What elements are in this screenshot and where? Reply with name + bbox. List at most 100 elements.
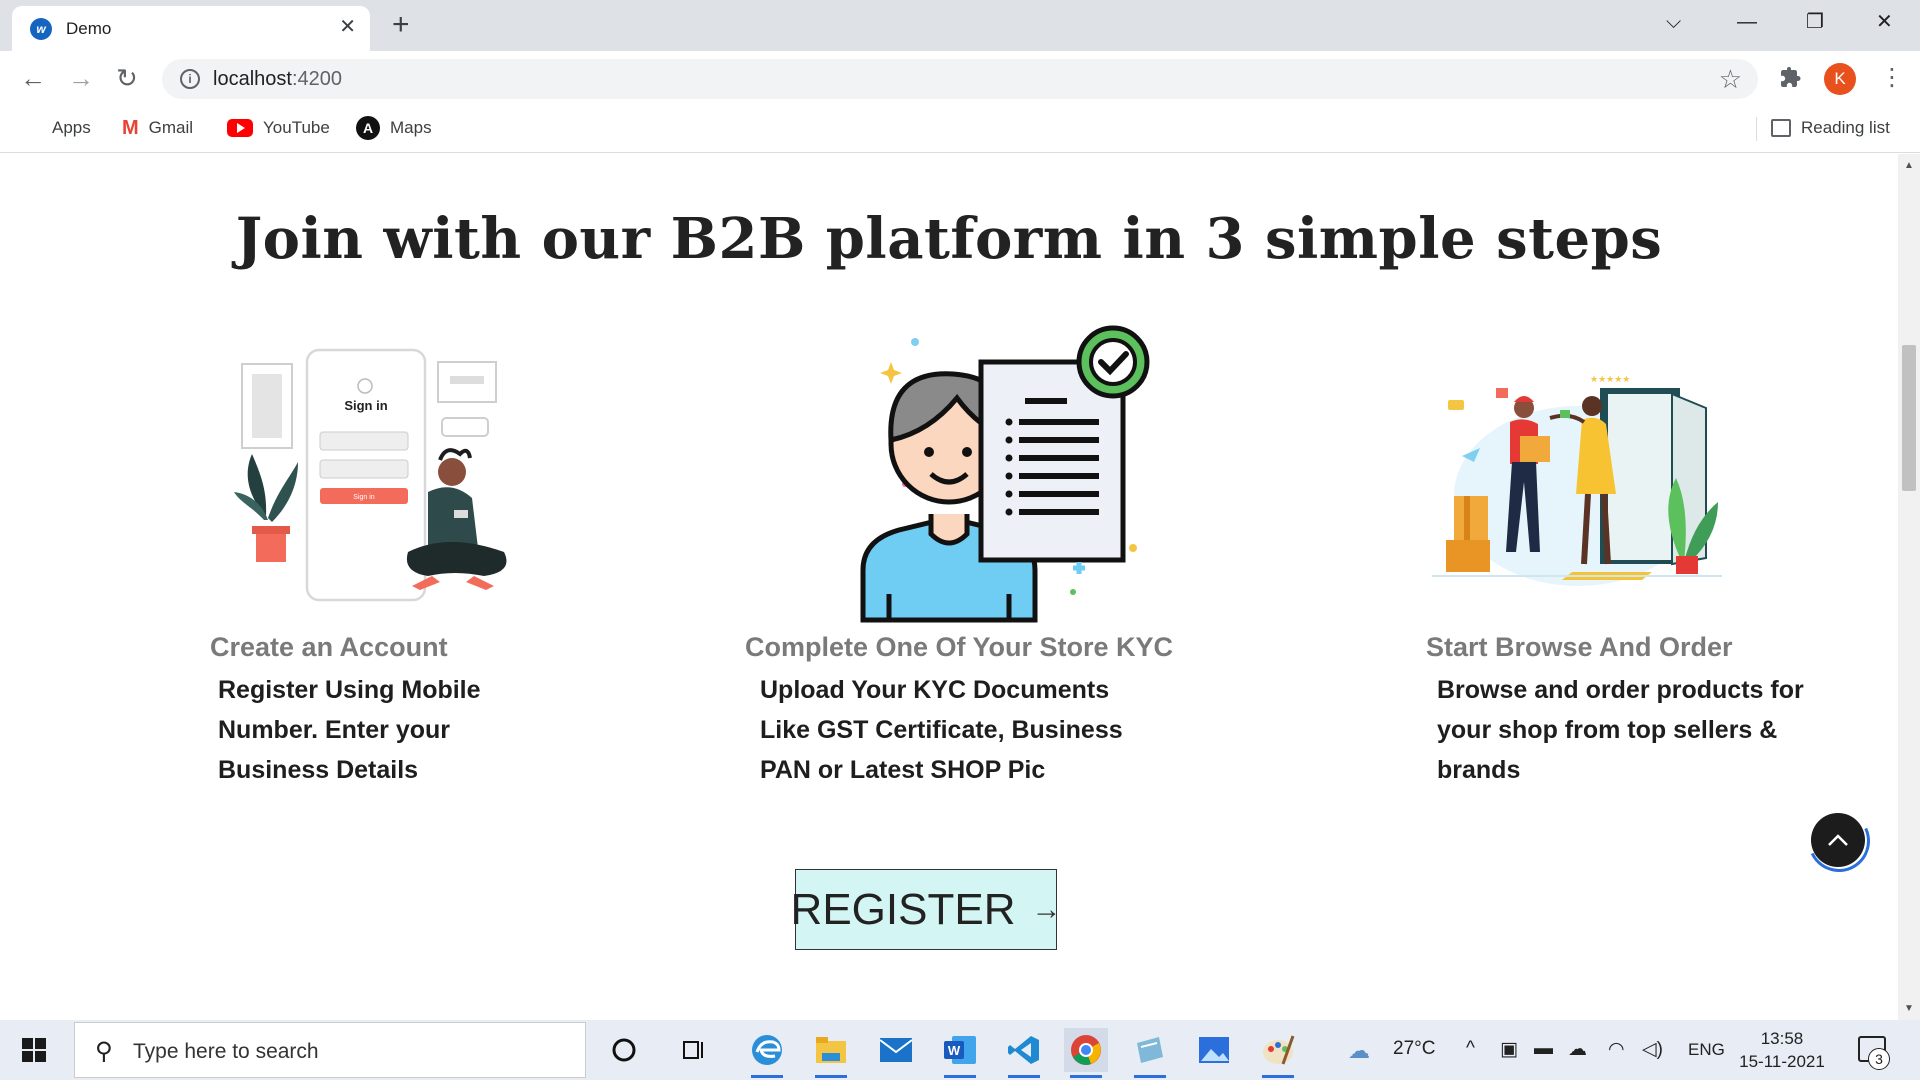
scroll-to-top-button[interactable] (1811, 813, 1865, 867)
browser-toolbar: ← → ↻ i localhost:4200 ☆ K ⋮ (0, 51, 1920, 105)
minimize-window-button[interactable]: — (1737, 8, 1757, 36)
youtube-icon (227, 119, 253, 137)
taskbar-search-placeholder: Type here to search (133, 1040, 319, 1063)
cortana-icon[interactable] (602, 1028, 646, 1072)
step-1-title: Create an Account (210, 632, 448, 662)
bookmark-apps[interactable]: Apps (22, 115, 91, 141)
step-3-line-1: Browse and order products for (1437, 676, 1804, 704)
windows-start-icon[interactable] (22, 1038, 46, 1062)
meet-now-icon[interactable]: ▣ (1500, 1038, 1518, 1061)
weather-temperature[interactable]: 27°C (1393, 1038, 1435, 1060)
browser-menu-icon[interactable]: ⋮ (1880, 63, 1904, 93)
vscode-icon[interactable] (1002, 1028, 1046, 1078)
bookmark-maps[interactable]: A Maps (356, 115, 432, 141)
delivery-illustration: ★★★★★ (1432, 375, 1722, 586)
sign-in-illustration: Sign in Sign in (234, 348, 507, 602)
page-heading: Join with our B2B platform in 3 simple s… (235, 206, 1663, 272)
kyc-document-illustration (860, 325, 1150, 623)
step-1-line-1: Register Using Mobile (218, 676, 481, 704)
bookmark-label: Apps (52, 118, 91, 137)
browser-tab[interactable]: w Demo ✕ (12, 6, 370, 51)
reading-list-label: Reading list (1801, 118, 1890, 137)
apps-grid-icon (22, 118, 42, 138)
onedrive-cloud-icon[interactable]: ☁ (1568, 1038, 1587, 1061)
bookmark-gmail[interactable]: M Gmail (122, 115, 193, 141)
language-indicator[interactable]: ENG (1688, 1040, 1725, 1060)
page-scrollbar[interactable]: ▲ ▼ (1898, 154, 1920, 1020)
chevron-up-icon (1828, 834, 1848, 846)
volume-icon[interactable]: ◁) (1642, 1038, 1663, 1061)
scrollbar-thumb[interactable] (1902, 345, 1916, 491)
bookmark-label: YouTube (263, 118, 330, 137)
tab-search-dropdown-icon[interactable]: ⌵ (1666, 8, 1681, 36)
url-text[interactable]: localhost:4200 (213, 68, 342, 91)
browser-tab-strip: w Demo ✕ + ⌵ — ❐ ✕ (0, 0, 1920, 51)
close-tab-icon[interactable]: ✕ (339, 16, 356, 38)
weather-icon[interactable]: ☁ (1348, 1038, 1370, 1064)
reading-list-button[interactable]: Reading list (1771, 115, 1890, 141)
illus-signin-title: Sign in (344, 398, 387, 413)
gmail-icon: M (122, 116, 139, 139)
scroll-up-arrow-icon[interactable]: ▲ (1904, 160, 1914, 171)
reload-icon[interactable]: ↻ (116, 63, 138, 93)
app-window-icon[interactable] (1128, 1028, 1172, 1078)
step-1-line-2: Number. Enter your (218, 716, 450, 744)
bookmarks-bar: Apps M Gmail YouTube A Maps Reading list (0, 105, 1920, 153)
step-1-description: Register Using Mobile Number. Enter your… (218, 670, 481, 790)
tab-title: Demo (66, 19, 112, 38)
windows-taskbar: ⚲ Type here to search W ☁ 27°C ^ ▣ ▬ ☁ ◠… (0, 1020, 1920, 1080)
page-viewport: Join with our B2B platform in 3 simple s… (0, 154, 1898, 1020)
bookmark-label: Maps (390, 118, 432, 137)
scroll-down-arrow-icon[interactable]: ▼ (1904, 1003, 1914, 1014)
paint-icon[interactable] (1256, 1028, 1300, 1078)
new-tab-button[interactable]: + (392, 8, 410, 42)
show-hidden-icons-chevron-icon[interactable]: ^ (1466, 1038, 1475, 1060)
search-icon: ⚲ (95, 1038, 113, 1065)
step-2-line-2: Like GST Certificate, Business (760, 716, 1123, 744)
step-2-line-3: PAN or Latest SHOP Pic (760, 756, 1046, 784)
close-window-button[interactable]: ✕ (1876, 8, 1893, 36)
step-3-description: Browse and order products for your shop … (1437, 670, 1804, 790)
clock-date: 15-11-2021 (1739, 1052, 1825, 1071)
file-explorer-icon[interactable] (809, 1028, 853, 1078)
profile-avatar[interactable]: K (1824, 63, 1856, 95)
bookmark-youtube[interactable]: YouTube (227, 115, 330, 141)
restore-window-button[interactable]: ❐ (1806, 8, 1824, 36)
step-2-title: Complete One Of Your Store KYC (745, 632, 1174, 662)
step-3-line-2: your shop from top sellers & (1437, 716, 1778, 744)
register-label: REGISTER (790, 884, 1016, 934)
site-favicon-icon: w (30, 18, 52, 40)
step-1-line-3: Business Details (218, 756, 419, 784)
maps-icon: A (356, 116, 380, 140)
notification-count-badge: 3 (1868, 1048, 1890, 1070)
back-arrow-icon[interactable]: ← (20, 63, 46, 93)
step-3-title: Start Browse And Order (1426, 632, 1733, 662)
clock-time: 13:58 (1760, 1029, 1804, 1048)
step-2-line-1: Upload Your KYC Documents (760, 676, 1110, 704)
bookmark-label: Gmail (148, 118, 194, 137)
edge-browser-icon[interactable] (745, 1028, 789, 1078)
bookmarks-separator (1756, 117, 1757, 141)
svg-text:★★★★★: ★★★★★ (1590, 375, 1630, 385)
illus-signin-button-text: Sign in (353, 494, 375, 501)
bookmark-star-icon[interactable]: ☆ (1719, 64, 1742, 95)
svg-text:W: W (948, 1043, 961, 1058)
mail-icon[interactable] (874, 1028, 918, 1072)
address-bar[interactable]: i localhost:4200 ☆ (162, 59, 1758, 99)
taskbar-clock[interactable]: 13:58 15-11-2021 (1737, 1027, 1827, 1073)
site-info-icon[interactable]: i (180, 69, 200, 89)
task-view-icon[interactable] (672, 1028, 716, 1072)
register-button[interactable]: REGISTER → (791, 869, 1061, 950)
step-2-description: Upload Your KYC Documents Like GST Certi… (760, 670, 1123, 790)
step-3-line-3: brands (1437, 756, 1521, 784)
reading-list-icon (1771, 119, 1791, 137)
word-icon[interactable]: W (938, 1028, 982, 1078)
photos-icon[interactable] (1192, 1028, 1236, 1072)
battery-icon[interactable]: ▬ (1534, 1038, 1553, 1060)
extensions-puzzle-icon[interactable] (1778, 65, 1802, 96)
arrow-right-icon: → (1031, 892, 1062, 926)
taskbar-search-box[interactable]: ⚲ Type here to search (74, 1022, 586, 1078)
wifi-icon[interactable]: ◠ (1608, 1038, 1625, 1061)
chrome-icon[interactable] (1064, 1028, 1108, 1078)
forward-arrow-icon[interactable]: → (68, 63, 94, 93)
